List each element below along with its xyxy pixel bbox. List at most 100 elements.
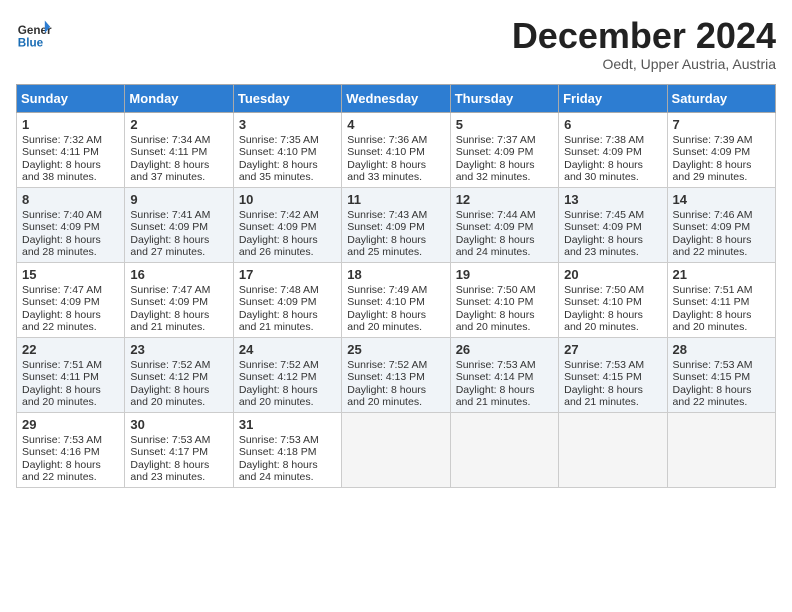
day-info-line: Daylight: 8 hours and 23 minutes. — [130, 459, 227, 483]
day-info-line: Daylight: 8 hours and 37 minutes. — [130, 159, 227, 183]
day-info-line: Sunrise: 7:32 AM — [22, 134, 119, 146]
calendar-week-5: 29 Sunrise: 7:53 AM Sunset: 4:16 PM Dayligh… — [17, 412, 776, 487]
day-info-line: Sunrise: 7:53 AM — [673, 359, 770, 371]
calendar-cell: 27Sunrise: 7:53 AMSunset: 4:15 PMDayligh… — [559, 337, 667, 412]
day-info-line: Sunset: 4:12 PM — [130, 371, 227, 383]
day-info-line: Sunset: 4:09 PM — [564, 221, 661, 233]
day-info-line: Sunset: 4:18 PM — [239, 446, 336, 458]
day-info-line: Sunset: 4:16 PM — [22, 446, 119, 458]
calendar-cell: 7Sunrise: 7:39 AMSunset: 4:09 PMDaylight… — [667, 112, 775, 187]
day-number: 14 — [673, 192, 770, 207]
day-info-line: Daylight: 8 hours and 20 minutes. — [347, 384, 444, 408]
calendar-cell: 25 Sunrise: 7:52 AMSunset: 4:13 PMDayligh… — [342, 337, 450, 412]
day-info-line: Sunset: 4:09 PM — [456, 146, 553, 158]
day-info-line: Sunrise: 7:43 AM — [347, 209, 444, 221]
logo: General Blue — [16, 16, 56, 52]
day-number: 22 — [22, 342, 119, 357]
weekday-header-thursday: Thursday — [450, 84, 558, 112]
calendar-cell: 9Sunrise: 7:41 AMSunset: 4:09 PMDaylight… — [125, 187, 233, 262]
day-info-line: Sunset: 4:11 PM — [22, 146, 119, 158]
day-info-line: Daylight: 8 hours and 33 minutes. — [347, 159, 444, 183]
day-info-line: Sunset: 4:13 PM — [347, 371, 444, 383]
day-info-line: Daylight: 8 hours and 21 minutes. — [456, 384, 553, 408]
day-info-line: Daylight: 8 hours and 21 minutes. — [130, 309, 227, 333]
day-number: 2 — [130, 117, 227, 132]
day-info-line: Daylight: 8 hours and 20 minutes. — [347, 309, 444, 333]
day-info-line: Daylight: 8 hours and 21 minutes. — [564, 384, 661, 408]
calendar-table: SundayMondayTuesdayWednesdayThursdayFrid… — [16, 84, 776, 488]
calendar-cell: 20Sunrise: 7:50 AMSunset: 4:10 PMDayligh… — [559, 262, 667, 337]
day-info-line: Sunset: 4:11 PM — [22, 371, 119, 383]
day-info-line: Sunset: 4:10 PM — [564, 296, 661, 308]
day-number: 23 — [130, 342, 227, 357]
day-info-line: Daylight: 8 hours and 30 minutes. — [564, 159, 661, 183]
day-number: 6 — [564, 117, 661, 132]
day-number: 27 — [564, 342, 661, 357]
day-info-line: Sunset: 4:09 PM — [673, 221, 770, 233]
calendar-week-2: 8Sunrise: 7:40 AMSunset: 4:09 PMDaylight… — [17, 187, 776, 262]
day-number: 5 — [456, 117, 553, 132]
calendar-week-3: 15Sunrise: 7:47 AMSunset: 4:09 PMDayligh… — [17, 262, 776, 337]
day-info-line: Sunrise: 7:50 AM — [564, 284, 661, 296]
calendar-cell: 30Sunrise: 7:53 AMSunset: 4:17 PMDayligh… — [125, 412, 233, 487]
day-info-line: Sunset: 4:09 PM — [22, 296, 119, 308]
day-info-line: Sunrise: 7:53 AM — [564, 359, 661, 371]
day-info-line: Sunrise: 7:38 AM — [564, 134, 661, 146]
day-info-line: Daylight: 8 hours and 20 minutes. — [22, 384, 119, 408]
calendar-cell: 24Sunrise: 7:52 AMSunset: 4:12 PMDayligh… — [233, 337, 341, 412]
day-info-line: Sunrise: 7:34 AM — [130, 134, 227, 146]
calendar-cell: 3Sunrise: 7:35 AMSunset: 4:10 PMDaylight… — [233, 112, 341, 187]
calendar-cell — [450, 412, 558, 487]
page-header: General Blue December 2024 Oedt, Upper A… — [16, 16, 776, 72]
day-number: 11 — [347, 192, 444, 207]
day-info-line: Sunset: 4:09 PM — [239, 296, 336, 308]
day-number: 13 — [564, 192, 661, 207]
month-title: December 2024 — [512, 16, 776, 56]
day-info-line: Daylight: 8 hours and 24 minutes. — [239, 459, 336, 483]
day-number: 9 — [130, 192, 227, 207]
day-info-line: Sunrise: 7:37 AM — [456, 134, 553, 146]
calendar-cell: 18Sunrise: 7:49 AMSunset: 4:10 PMDayligh… — [342, 262, 450, 337]
day-info-line: Sunset: 4:09 PM — [347, 221, 444, 233]
calendar-cell: 6Sunrise: 7:38 AMSunset: 4:09 PMDaylight… — [559, 112, 667, 187]
day-info-line: Daylight: 8 hours and 26 minutes. — [239, 234, 336, 258]
calendar-cell: 11Sunrise: 7:43 AMSunset: 4:09 PMDayligh… — [342, 187, 450, 262]
day-number: 30 — [130, 417, 227, 432]
day-info-line: Sunrise: 7:39 AM — [673, 134, 770, 146]
svg-text:Blue: Blue — [18, 37, 44, 50]
day-info-line: Sunrise: 7:49 AM — [347, 284, 444, 296]
weekday-header-monday: Monday — [125, 84, 233, 112]
day-info-line: Sunrise: 7:35 AM — [239, 134, 336, 146]
day-info-line: Sunrise: 7:44 AM — [456, 209, 553, 221]
day-number: 1 — [22, 117, 119, 132]
day-info-line: Daylight: 8 hours and 27 minutes. — [130, 234, 227, 258]
calendar-cell: 5Sunrise: 7:37 AMSunset: 4:09 PMDaylight… — [450, 112, 558, 187]
calendar-cell: 23Sunrise: 7:52 AMSunset: 4:12 PMDayligh… — [125, 337, 233, 412]
day-info-line: Sunrise: 7:53 AM — [239, 434, 336, 446]
day-number: 7 — [673, 117, 770, 132]
day-number: 24 — [239, 342, 336, 357]
day-info-line: Sunset: 4:12 PM — [239, 371, 336, 383]
day-info-line: Sunrise: 7:52 AM — [347, 359, 444, 371]
day-number: 29 — [22, 417, 119, 432]
day-info-line: Sunset: 4:17 PM — [130, 446, 227, 458]
day-info-line: Daylight: 8 hours and 35 minutes. — [239, 159, 336, 183]
logo-icon: General Blue — [16, 16, 52, 52]
calendar-cell: 15Sunrise: 7:47 AMSunset: 4:09 PMDayligh… — [17, 262, 125, 337]
day-info-line: Daylight: 8 hours and 38 minutes. — [22, 159, 119, 183]
day-number: 4 — [347, 117, 444, 132]
day-info-line: Sunrise: 7:41 AM — [130, 209, 227, 221]
calendar-header-row: SundayMondayTuesdayWednesdayThursdayFrid… — [17, 84, 776, 112]
day-info-line: Sunrise: 7:50 AM — [456, 284, 553, 296]
weekday-header-sunday: Sunday — [17, 84, 125, 112]
day-info-line: Daylight: 8 hours and 28 minutes. — [22, 234, 119, 258]
day-info-line: Sunrise: 7:42 AM — [239, 209, 336, 221]
weekday-header-friday: Friday — [559, 84, 667, 112]
day-info-line: Sunrise: 7:53 AM — [456, 359, 553, 371]
day-number: 8 — [22, 192, 119, 207]
calendar-cell: 12Sunrise: 7:44 AMSunset: 4:09 PMDayligh… — [450, 187, 558, 262]
weekday-header-tuesday: Tuesday — [233, 84, 341, 112]
day-number: 25 — [347, 342, 444, 357]
day-info-line: Sunset: 4:09 PM — [22, 221, 119, 233]
day-number: 10 — [239, 192, 336, 207]
